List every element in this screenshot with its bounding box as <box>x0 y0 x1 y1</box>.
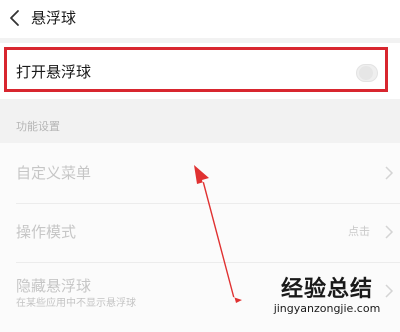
floating-ball-toggle-switch[interactable] <box>356 64 378 82</box>
list-item-operation-mode[interactable]: 操作模式 点击 <box>0 204 400 262</box>
chevron-left-icon[interactable] <box>6 7 24 29</box>
header-bar: 悬浮球 <box>0 0 400 38</box>
watermark-brand: 经验总结 <box>280 276 373 302</box>
toggle-knob <box>359 66 373 80</box>
section-label: 功能设置 <box>16 120 60 133</box>
item-label: 自定义菜单 <box>16 164 92 182</box>
watermark-url: jingyanzongjie.com <box>273 302 381 315</box>
page-title: 悬浮球 <box>31 9 77 27</box>
item-label: 隐藏悬浮球 <box>16 277 92 295</box>
list-item-custom-menu[interactable]: 自定义菜单 <box>0 143 400 203</box>
watermark: 经验总结 jingyanzongjie.com <box>254 276 400 316</box>
item-sublabel: 在某些应用中不显示悬浮球 <box>16 298 136 309</box>
item-value: 点击 <box>348 225 370 238</box>
chevron-right-icon <box>385 166 394 180</box>
chevron-right-icon <box>385 225 394 239</box>
toggle-label: 打开悬浮球 <box>16 63 92 81</box>
item-label: 操作模式 <box>16 223 77 241</box>
